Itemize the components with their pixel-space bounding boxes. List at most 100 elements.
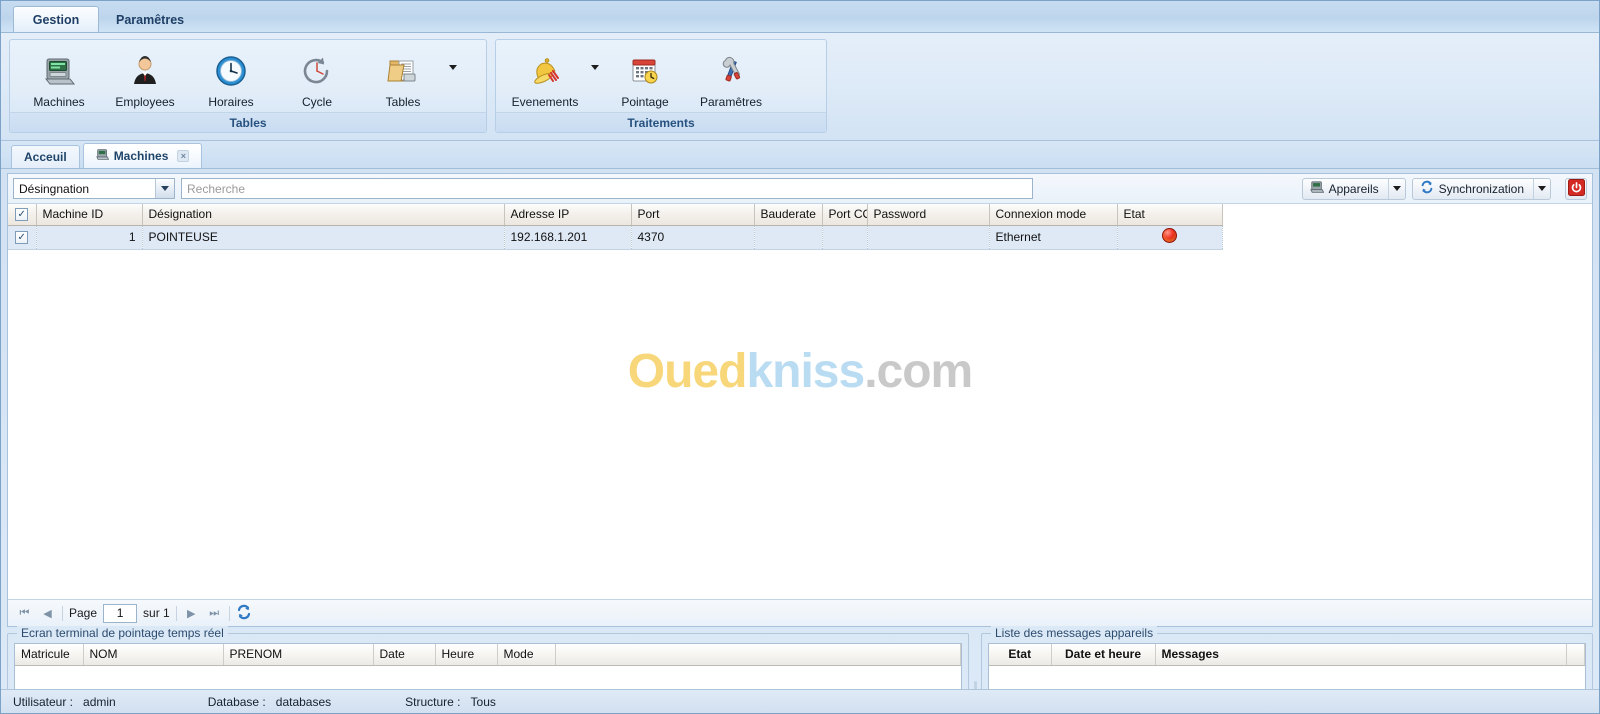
chevron-down-glyph bbox=[161, 186, 169, 191]
clock-icon bbox=[213, 50, 249, 92]
power-off-button[interactable] bbox=[1565, 177, 1587, 200]
tab-machines[interactable]: Machines × bbox=[82, 143, 203, 168]
cell-etat bbox=[1117, 225, 1223, 250]
ribbon-body: Machines Employees Horaires Cycle Tables… bbox=[1, 33, 1599, 141]
tab-acceuil-label: Acceuil bbox=[24, 150, 67, 164]
tab-acceuil[interactable]: Acceuil bbox=[11, 145, 80, 168]
column-header-port[interactable]: Port bbox=[631, 204, 755, 226]
column-header-messages[interactable]: Messages bbox=[1155, 644, 1567, 666]
status-structure: Structure : Tous bbox=[405, 695, 496, 709]
terminal-table-header-row: Matricule NOM PRENOM Date Heure Mode bbox=[15, 644, 961, 666]
pager-separator bbox=[228, 605, 230, 621]
ribbon-tab-gestion[interactable]: Gestion bbox=[13, 6, 99, 32]
status-database-value: databases bbox=[275, 694, 332, 709]
select-all-header[interactable]: ✓ bbox=[8, 204, 37, 226]
column-header-matricule[interactable]: Matricule bbox=[15, 644, 84, 666]
column-header-heure[interactable]: Heure bbox=[435, 644, 498, 666]
column-header-etat[interactable]: Etat bbox=[1117, 204, 1223, 226]
status-bar: Utilisateur : admin Database : databases… bbox=[1, 689, 1599, 713]
ribbon-tab-parametres[interactable]: Paramêtres bbox=[99, 6, 201, 32]
synchronization-button-label: Synchronization bbox=[1438, 181, 1524, 196]
column-header-filler bbox=[1566, 644, 1585, 666]
ribbon-group-tables-items: Machines Employees Horaires Cycle Tables bbox=[10, 40, 486, 112]
next-page-button[interactable]: ▶ bbox=[183, 605, 200, 622]
ribbon-button-cycle-label: Cycle bbox=[301, 95, 332, 109]
ribbon-button-evenements-label: Evenements bbox=[511, 95, 579, 109]
filter-field-combo[interactable]: Désingnation bbox=[13, 178, 175, 199]
ribbon-button-machines[interactable]: Machines bbox=[16, 46, 102, 109]
column-header-date[interactable]: Date bbox=[373, 644, 436, 666]
column-header-mode[interactable]: Mode bbox=[497, 644, 556, 666]
cell-designation: POINTEUSE bbox=[142, 225, 505, 250]
column-header-designation[interactable]: Désignation bbox=[142, 204, 505, 226]
status-user-label: Utilisateur : bbox=[13, 694, 74, 709]
column-header-machine-id[interactable]: Machine ID bbox=[36, 204, 143, 226]
column-header-port-co[interactable]: Port CO bbox=[822, 204, 868, 226]
status-user-value: admin bbox=[83, 694, 116, 709]
appareils-button[interactable]: Appareils bbox=[1301, 177, 1406, 200]
ribbon-button-evenements[interactable]: Evenements bbox=[502, 46, 588, 109]
status-database-label: Database : bbox=[207, 694, 266, 709]
status-database: Database : databases bbox=[208, 695, 331, 709]
column-header-prenom[interactable]: PRENOM bbox=[223, 644, 374, 666]
ribbon-button-pointage[interactable]: Pointage bbox=[602, 46, 688, 109]
tab-machines-label: Machines bbox=[113, 149, 169, 163]
synchronization-button[interactable]: Synchronization bbox=[1411, 177, 1551, 200]
synchronization-dropdown-arrow[interactable] bbox=[1533, 178, 1550, 199]
row-checkbox[interactable]: ✓ bbox=[15, 231, 29, 245]
watermark-part2: kniss bbox=[746, 345, 865, 398]
pagination-bar: ⏮ ◀ Page 1 sur 1 ▶ ⏭ bbox=[8, 599, 1592, 626]
column-header-bauderate[interactable]: Bauderate bbox=[754, 204, 823, 226]
ribbon-group-traitements-dropdown[interactable] bbox=[588, 46, 602, 108]
terminal-screen-panel-title: Ecran terminal de pointage temps réel bbox=[17, 626, 228, 640]
ribbon-button-employees[interactable]: Employees bbox=[102, 46, 188, 109]
column-header-adresse-ip[interactable]: Adresse IP bbox=[504, 204, 632, 226]
appareils-button-label: Appareils bbox=[1328, 181, 1379, 196]
previous-page-button[interactable]: ◀ bbox=[39, 605, 56, 622]
ribbon-button-parametres[interactable]: Paramêtres bbox=[688, 46, 774, 109]
cell-bauderate bbox=[754, 225, 823, 250]
status-structure-label: Structure : bbox=[405, 694, 461, 709]
ribbon-group-traitements: Evenements Pointage Paramêtres Traitemen… bbox=[495, 39, 827, 133]
ribbon-button-pointage-label: Pointage bbox=[621, 95, 669, 109]
document-tabstrip: Acceuil Machines × bbox=[1, 141, 1599, 169]
device-icon bbox=[1309, 180, 1324, 197]
employee-person-icon bbox=[127, 50, 163, 92]
select-all-checkbox[interactable]: ✓ bbox=[15, 208, 29, 222]
chevron-down-icon[interactable] bbox=[155, 179, 174, 198]
column-header-nom[interactable]: NOM bbox=[83, 644, 224, 666]
first-page-button[interactable]: ⏮ bbox=[16, 605, 33, 622]
ribbon-tabstrip: Gestion Paramêtres bbox=[1, 1, 1599, 33]
ribbon-group-tables-title: Tables bbox=[10, 112, 486, 132]
close-icon[interactable]: × bbox=[177, 150, 190, 162]
ribbon-button-cycle[interactable]: Cycle bbox=[274, 46, 360, 109]
refresh-icon[interactable] bbox=[236, 604, 252, 623]
status-structure-value: Tous bbox=[470, 694, 496, 709]
machines-grid[interactable]: ✓ Machine ID Désignation Adresse IP Port… bbox=[8, 204, 1592, 599]
table-row[interactable]: ✓ 1 POINTEUSE 192.168.1.201 4370 Etherne… bbox=[8, 225, 1223, 250]
column-header-password[interactable]: Password bbox=[867, 204, 990, 226]
ribbon-button-employees-label: Employees bbox=[115, 95, 175, 109]
pager-separator bbox=[62, 605, 63, 621]
column-header-connexion-mode[interactable]: Connexion mode bbox=[989, 204, 1118, 226]
column-header-etat[interactable]: Etat bbox=[989, 644, 1052, 666]
cell-password bbox=[867, 225, 990, 250]
watermark-part1: Oued bbox=[627, 345, 748, 398]
appareils-dropdown-arrow[interactable] bbox=[1387, 178, 1405, 199]
last-page-button[interactable]: ⏭ bbox=[206, 605, 223, 622]
search-toolbar: Désingnation Recherche Appareils Synchro… bbox=[8, 174, 1592, 204]
page-number-input[interactable]: 1 bbox=[103, 603, 138, 623]
column-header-date-et-heure[interactable]: Date et heure bbox=[1051, 644, 1156, 666]
terminal-screen-table: Matricule NOM PRENOM Date Heure Mode bbox=[15, 644, 961, 666]
ribbon-group-tables-dropdown[interactable] bbox=[446, 46, 460, 108]
ribbon-button-horaires[interactable]: Horaires bbox=[188, 46, 274, 109]
sync-arrows-icon bbox=[1420, 180, 1434, 197]
ribbon-button-tables[interactable]: Tables bbox=[360, 46, 446, 109]
search-input[interactable]: Recherche bbox=[181, 178, 1033, 199]
row-select-cell[interactable]: ✓ bbox=[8, 225, 37, 250]
machines-panel: Désingnation Recherche Appareils Synchro… bbox=[7, 173, 1593, 627]
ribbon-button-parametres-label: Paramêtres bbox=[699, 95, 763, 109]
device-messages-table: Etat Date et heure Messages bbox=[989, 644, 1585, 666]
bell-icon bbox=[527, 50, 563, 92]
page-label: Page bbox=[69, 606, 98, 620]
